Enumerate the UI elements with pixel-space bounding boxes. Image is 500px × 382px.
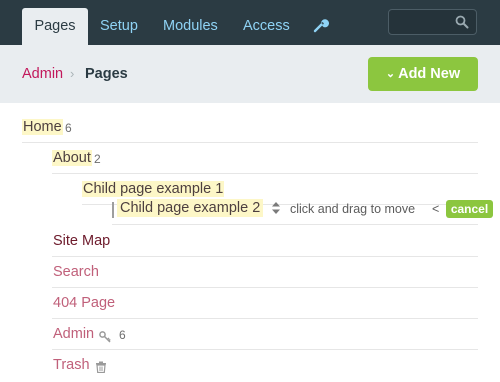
search-input[interactable]: [393, 13, 453, 31]
key-icon: [99, 331, 111, 343]
tree-row-sitemap[interactable]: Site Map: [52, 226, 478, 257]
breadcrumb-separator: ›: [70, 66, 75, 81]
tree-row-dragging: [112, 197, 478, 225]
tab-access[interactable]: Access: [243, 8, 290, 45]
tree-row-about[interactable]: About 2: [52, 143, 478, 174]
page-header: Admin › Pages ⌄ Add New: [0, 45, 500, 103]
tree-label-sitemap[interactable]: Site Map: [52, 233, 111, 249]
tree-label-search[interactable]: Search: [52, 264, 100, 280]
tree-label-admin[interactable]: Admin: [52, 326, 95, 342]
breadcrumb-current: Pages: [85, 66, 128, 82]
tree-label-404[interactable]: 404 Page: [52, 295, 116, 311]
tree-label-trash[interactable]: Trash: [52, 357, 91, 373]
add-new-button[interactable]: ⌄ Add New: [368, 57, 478, 91]
tab-setup[interactable]: Setup: [100, 8, 138, 45]
child-count: 2: [94, 152, 101, 166]
child-count: 6: [119, 328, 126, 342]
tree-row-trash[interactable]: Trash: [52, 350, 478, 381]
add-new-label: Add New: [398, 66, 461, 82]
wrench-icon[interactable]: [313, 17, 329, 33]
trash-icon: [96, 361, 106, 373]
tree-row-search[interactable]: Search: [52, 257, 478, 288]
tree-label-about[interactable]: About: [52, 150, 92, 166]
search-box[interactable]: [388, 9, 477, 35]
tab-pages[interactable]: Pages: [22, 8, 88, 45]
tree-row-admin[interactable]: Admin 6: [52, 319, 478, 350]
tree-row-home[interactable]: Home 6: [22, 112, 478, 143]
tree-label-home[interactable]: Home: [22, 119, 63, 135]
chevron-down-icon: ⌄: [385, 68, 396, 80]
tree-row-404[interactable]: 404 Page: [52, 288, 478, 319]
tab-modules[interactable]: Modules: [163, 8, 218, 45]
child-count: 6: [65, 121, 72, 135]
top-nav-bar: Pages Setup Modules Access: [0, 0, 500, 45]
search-icon[interactable]: [455, 15, 469, 29]
breadcrumb-admin[interactable]: Admin: [22, 66, 63, 82]
tree-label-child1[interactable]: Child page example 1: [82, 181, 225, 197]
